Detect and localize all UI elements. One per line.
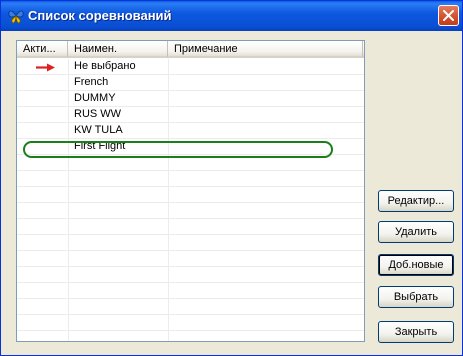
empty-row bbox=[17, 219, 364, 235]
empty-row bbox=[17, 187, 364, 203]
red-arrow-icon bbox=[36, 63, 55, 72]
empty-row bbox=[17, 171, 364, 187]
row-name: DUMMY bbox=[74, 92, 116, 104]
row-name: RUS WW bbox=[74, 108, 122, 120]
column-header-filler bbox=[363, 41, 364, 58]
column-header-note[interactable]: Примечание bbox=[168, 41, 363, 58]
add-new-button[interactable]: Доб.новые bbox=[378, 254, 454, 276]
empty-row bbox=[17, 203, 364, 219]
close-button[interactable]: Закрыть bbox=[378, 321, 454, 343]
competitions-list[interactable]: Акти... Наимен. Примечание Не выбрано Fr… bbox=[16, 40, 365, 342]
list-row[interactable]: Не выбрано bbox=[17, 59, 364, 75]
close-x-icon bbox=[443, 10, 454, 21]
list-row[interactable]: French bbox=[17, 75, 364, 91]
empty-row bbox=[17, 251, 364, 267]
empty-row bbox=[17, 299, 364, 315]
empty-row bbox=[17, 283, 364, 299]
active-cell bbox=[17, 59, 68, 74]
row-name: KW TULA bbox=[74, 124, 123, 136]
empty-row bbox=[17, 235, 364, 251]
empty-row bbox=[17, 267, 364, 283]
list-rows: Не выбрано French DUMMY RUS WW KW TULA F… bbox=[17, 59, 364, 341]
row-name: French bbox=[74, 76, 109, 88]
select-button[interactable]: Выбрать bbox=[378, 286, 454, 308]
column-header-name[interactable]: Наимен. bbox=[68, 41, 168, 58]
row-name: Не выбрано bbox=[74, 60, 136, 72]
list-header: Акти... Наимен. Примечание bbox=[17, 41, 364, 59]
close-window-button[interactable] bbox=[438, 5, 459, 26]
column-header-active[interactable]: Акти... bbox=[17, 41, 68, 58]
delete-button[interactable]: Удалить bbox=[378, 221, 454, 243]
edit-button[interactable]: Редактир... bbox=[378, 190, 454, 212]
window-title: Список соревнований bbox=[28, 8, 172, 23]
empty-row bbox=[17, 331, 364, 341]
title-bar[interactable]: Список соревнований bbox=[1, 1, 462, 31]
butterfly-icon bbox=[8, 10, 24, 24]
list-row[interactable]: RUS WW bbox=[17, 107, 364, 123]
highlight-ring bbox=[23, 141, 333, 158]
empty-row bbox=[17, 315, 364, 331]
list-row[interactable]: DUMMY bbox=[17, 91, 364, 107]
list-row[interactable]: KW TULA bbox=[17, 123, 364, 139]
competitions-dialog: Список соревнований Акти... Наимен. Прим… bbox=[0, 0, 463, 356]
